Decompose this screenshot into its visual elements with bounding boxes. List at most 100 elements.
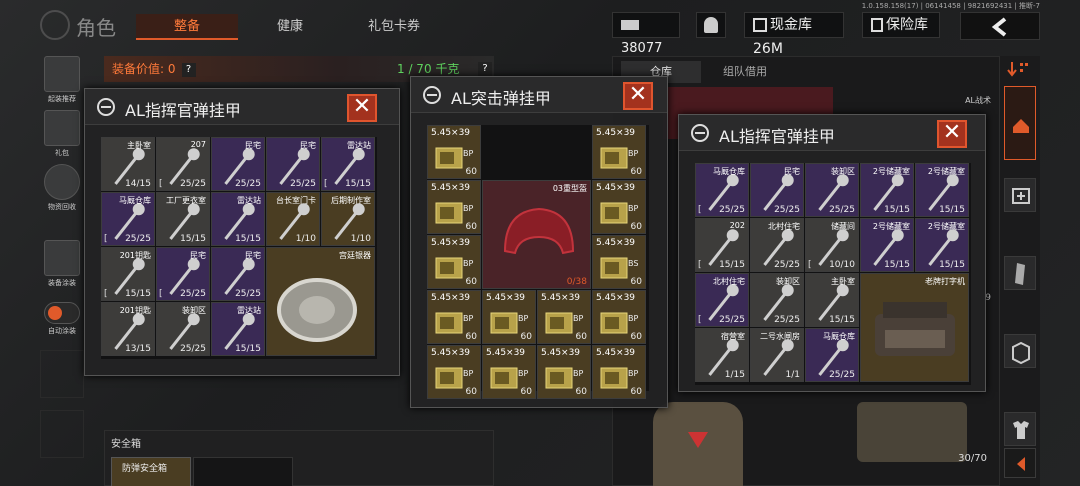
help-icon[interactable]: ? — [478, 62, 492, 76]
safe-box-slot[interactable] — [193, 457, 293, 486]
item-name: 北村住宅 — [768, 222, 800, 231]
empty-slot — [40, 410, 84, 458]
silverware-icon — [277, 278, 357, 342]
grid-item[interactable]: 马厩仓库 25/25 — [805, 328, 859, 382]
rail-paint[interactable]: 装备涂装 — [40, 240, 84, 288]
grid-item[interactable]: 202 15/15 [ — [695, 218, 749, 272]
rail-gift[interactable]: 礼包 — [40, 110, 84, 158]
item-count: 60 — [465, 387, 477, 397]
grid-item[interactable]: 装卸区 25/25 — [805, 163, 859, 217]
help-icon[interactable]: ? — [181, 62, 196, 77]
item-count: 15/15 — [125, 289, 151, 299]
role-logo-icon[interactable] — [40, 10, 70, 40]
box-button[interactable] — [1004, 334, 1036, 368]
grid-item[interactable]: 201钥匙 15/15 [ — [101, 247, 155, 301]
helmet-durability: 0/38 — [566, 277, 587, 287]
grid-item[interactable]: 民宅 25/25 [ — [156, 247, 210, 301]
item-name: 5.45×39 — [431, 128, 471, 138]
grid-item[interactable]: 雷达站 15/15 [ — [321, 137, 375, 191]
item-count: 10/10 — [829, 260, 855, 270]
item-count: 60 — [520, 387, 532, 397]
tab-team-borrow[interactable]: 组队借用 — [705, 61, 785, 83]
currency-display: 38077 — [612, 12, 680, 56]
item-name: 5.45×39 — [541, 293, 581, 303]
grid-item[interactable]: 北村住宅 25/25 — [750, 218, 804, 272]
item-name: 雷达站 — [237, 196, 261, 205]
grid-item[interactable]: 雷达站 15/15 — [211, 192, 265, 246]
grid-item[interactable]: 2号储藏室 15/15 — [915, 218, 969, 272]
clothing-button[interactable] — [1004, 412, 1036, 446]
popup-title: AL指挥官弹挂甲 — [719, 127, 835, 146]
ammo-tag: BP — [628, 314, 639, 323]
item-count: 60 — [630, 387, 642, 397]
item-count: 1/15 — [724, 370, 745, 380]
grid-item[interactable]: 工厂更衣室 15/15 — [156, 192, 210, 246]
close-button[interactable]: ✕ — [347, 94, 377, 122]
grid-item[interactable]: 二号水闸房 1/1 — [750, 328, 804, 382]
safe-box-panel: 安全箱 防弹安全箱 — [104, 430, 494, 486]
grid-item[interactable]: 装卸区 25/25 — [750, 273, 804, 327]
grid-item[interactable]: 老牌打字机 — [860, 273, 969, 382]
home-button[interactable] — [1004, 86, 1036, 160]
grid-item[interactable]: 207 25/25 [ — [156, 137, 210, 191]
item-count: 60 — [465, 167, 477, 177]
grid-item[interactable]: 装卸区 25/25 — [156, 302, 210, 356]
cash-vault-button[interactable]: 现金库 26M — [744, 12, 844, 57]
grid-item[interactable]: 马厩仓库 25/25 [ — [101, 192, 155, 246]
rig-item[interactable] — [857, 402, 967, 462]
grid-item[interactable]: 宿营室 1/15 — [695, 328, 749, 382]
grid-item[interactable]: 民宅 25/25 — [750, 163, 804, 217]
grid-item[interactable]: 201钥匙 13/15 — [101, 302, 155, 356]
close-button[interactable]: ✕ — [623, 82, 653, 110]
magazine-button[interactable] — [1004, 256, 1036, 290]
vest-item[interactable] — [653, 402, 743, 486]
item-name: 宿营室 — [721, 332, 745, 341]
grid-item[interactable]: 民宅 25/25 — [266, 137, 320, 191]
helmet-item[interactable]: 03重型盔 0/38 — [482, 180, 591, 289]
grid-item[interactable]: 北村住宅 25/25 [ — [695, 273, 749, 327]
safe-box-item[interactable]: 防弹安全箱 — [111, 457, 191, 486]
ammo-tag: BS — [628, 259, 639, 268]
grid-item[interactable]: 2号储藏室 15/15 — [860, 218, 914, 272]
rail-label: 礼包 — [55, 149, 69, 157]
grid-item[interactable]: 2号储藏室 15/15 — [860, 163, 914, 217]
grid-item[interactable]: 主卧室 15/15 — [805, 273, 859, 327]
item-name: 03重型盔 — [552, 184, 587, 193]
grid-item[interactable]: 宫廷银器 — [266, 247, 375, 356]
rig-popup-1: AL指挥官弹挂甲 ✕ 主卧室 14/15 207 25/25 [民宅 25/25 民宅 25/… — [84, 88, 400, 376]
item-name: 5.45×39 — [486, 348, 526, 358]
grid-item[interactable]: 后期制作室 1/10 — [321, 192, 375, 246]
item-bracket: [ — [698, 205, 702, 215]
rail-loadout-recommend[interactable]: 起装推荐 — [40, 56, 84, 104]
item-name: 马厩仓库 — [713, 167, 745, 176]
grid-item[interactable]: 马厩仓库 25/25 [ — [695, 163, 749, 217]
item-name: 民宅 — [300, 141, 316, 150]
close-button[interactable]: ✕ — [937, 120, 967, 148]
item-count: 25/25 — [829, 205, 855, 215]
sort-button[interactable] — [1006, 58, 1034, 80]
grid-item[interactable]: 储藏间 10/10 [ — [805, 218, 859, 272]
grid-item[interactable]: 民宅 25/25 — [211, 247, 265, 301]
tab-prepare[interactable]: 整备 — [136, 14, 238, 40]
item-name: 后期制作室 — [331, 196, 371, 205]
item-count: 25/25 — [235, 289, 261, 299]
collapse-button[interactable] — [1004, 448, 1036, 478]
grid-item[interactable]: 雷达站 15/15 — [211, 302, 265, 356]
safe-vault-button[interactable]: 保险库 — [862, 12, 940, 38]
back-button[interactable] — [960, 12, 1040, 40]
auto-paint-toggle[interactable] — [44, 302, 80, 324]
grid-item[interactable]: 2号储藏室 15/15 — [915, 163, 969, 217]
grid-item[interactable]: 主卧室 14/15 — [101, 137, 155, 191]
trader-button[interactable] — [696, 12, 726, 38]
grid-item[interactable]: 台长室门卡 1/10 — [266, 192, 320, 246]
popup-title: AL指挥官弹挂甲 — [125, 101, 241, 120]
tab-gift-vouchers[interactable]: 礼包卡券 — [344, 14, 444, 40]
rail-auto-paint[interactable]: 自动涂装 — [40, 302, 84, 336]
item-name: 储藏间 — [831, 222, 855, 231]
item-name: 5.45×39 — [486, 293, 526, 303]
item-name: 工厂更衣室 — [166, 196, 206, 205]
medical-button[interactable] — [1004, 178, 1036, 212]
grid-item[interactable]: 民宅 25/25 — [211, 137, 265, 191]
rail-recycle[interactable]: 物资回收 — [40, 164, 84, 212]
tab-health[interactable]: 健康 — [254, 14, 326, 40]
